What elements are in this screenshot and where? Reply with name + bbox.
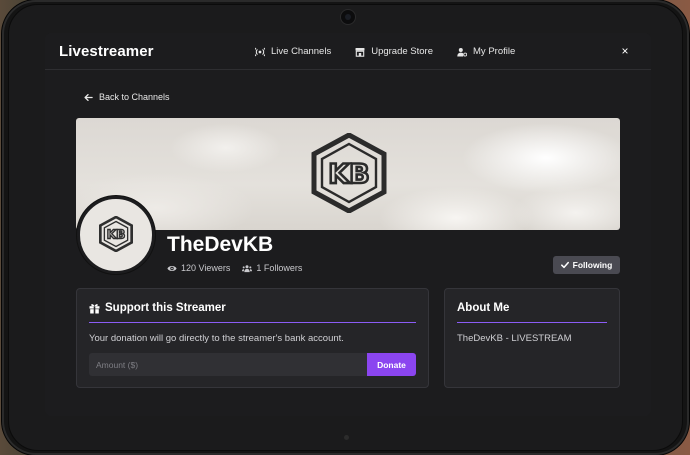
back-to-channels-link[interactable]: Back to Channels <box>84 92 170 102</box>
check-icon <box>560 261 569 269</box>
viewers-stat: 120 Viewers <box>167 263 230 273</box>
about-text: TheDevKB - LIVESTREAM <box>457 333 572 344</box>
following-label: Following <box>572 260 613 270</box>
close-button[interactable]: × <box>619 45 631 57</box>
nav-upgrade-store-label: Upgrade Store <box>371 46 434 57</box>
channel-avatar: KB <box>77 196 155 274</box>
eye-icon <box>167 265 177 271</box>
donate-form: Donate <box>89 353 416 376</box>
svg-text:KB: KB <box>328 159 370 190</box>
kb-avatar-logo-icon: KB <box>99 216 133 252</box>
nav-live-channels[interactable]: Live Channels <box>255 46 331 57</box>
app-header: Livestreamer Live Channels Upgrade Store… <box>45 33 651 70</box>
channel-name: TheDevKB <box>167 233 274 256</box>
camera-icon <box>340 9 356 25</box>
support-title: Support this Streamer <box>89 302 226 314</box>
users-icon <box>242 264 253 272</box>
support-divider <box>89 322 416 323</box>
donate-button[interactable]: Donate <box>367 353 416 376</box>
about-card: About Me TheDevKB - LIVESTREAM <box>444 288 620 388</box>
support-description: Your donation will go directly to the st… <box>89 333 344 344</box>
gift-icon <box>89 303 100 313</box>
user-cog-icon <box>457 47 468 57</box>
support-card: Support this Streamer Your donation will… <box>76 288 429 388</box>
followers-count: 1 Followers <box>256 263 303 273</box>
about-title-text: About Me <box>457 302 510 314</box>
about-title: About Me <box>457 302 509 314</box>
back-link-label: Back to Channels <box>99 92 170 102</box>
nav-my-profile[interactable]: My Profile <box>457 46 515 57</box>
sensor-dot <box>344 435 349 440</box>
store-icon <box>355 47 365 57</box>
channel-banner: KB <box>76 118 620 230</box>
amount-input[interactable] <box>89 353 367 376</box>
app-screen: Livestreamer Live Channels Upgrade Store… <box>45 33 651 416</box>
tablet-frame: Livestreamer Live Channels Upgrade Store… <box>2 0 689 455</box>
viewers-count: 120 Viewers <box>181 263 231 273</box>
main-nav: Live Channels Upgrade Store My Profile <box>255 33 515 70</box>
followers-stat: 1 Followers <box>242 263 302 273</box>
following-button[interactable]: Following <box>553 256 620 274</box>
channel-stats: 120 Viewers 1 Followers <box>167 263 302 273</box>
kb-logo-icon: KB <box>311 133 387 213</box>
nav-upgrade-store[interactable]: Upgrade Store <box>355 46 433 57</box>
about-divider <box>457 322 607 323</box>
support-title-text: Support this Streamer <box>105 302 226 314</box>
nav-my-profile-label: My Profile <box>473 46 516 57</box>
app-title: Livestreamer <box>59 42 154 60</box>
svg-text:KB: KB <box>107 227 126 241</box>
broadcast-icon <box>255 47 265 56</box>
nav-live-channels-label: Live Channels <box>271 46 332 57</box>
arrow-left-icon <box>84 93 93 101</box>
